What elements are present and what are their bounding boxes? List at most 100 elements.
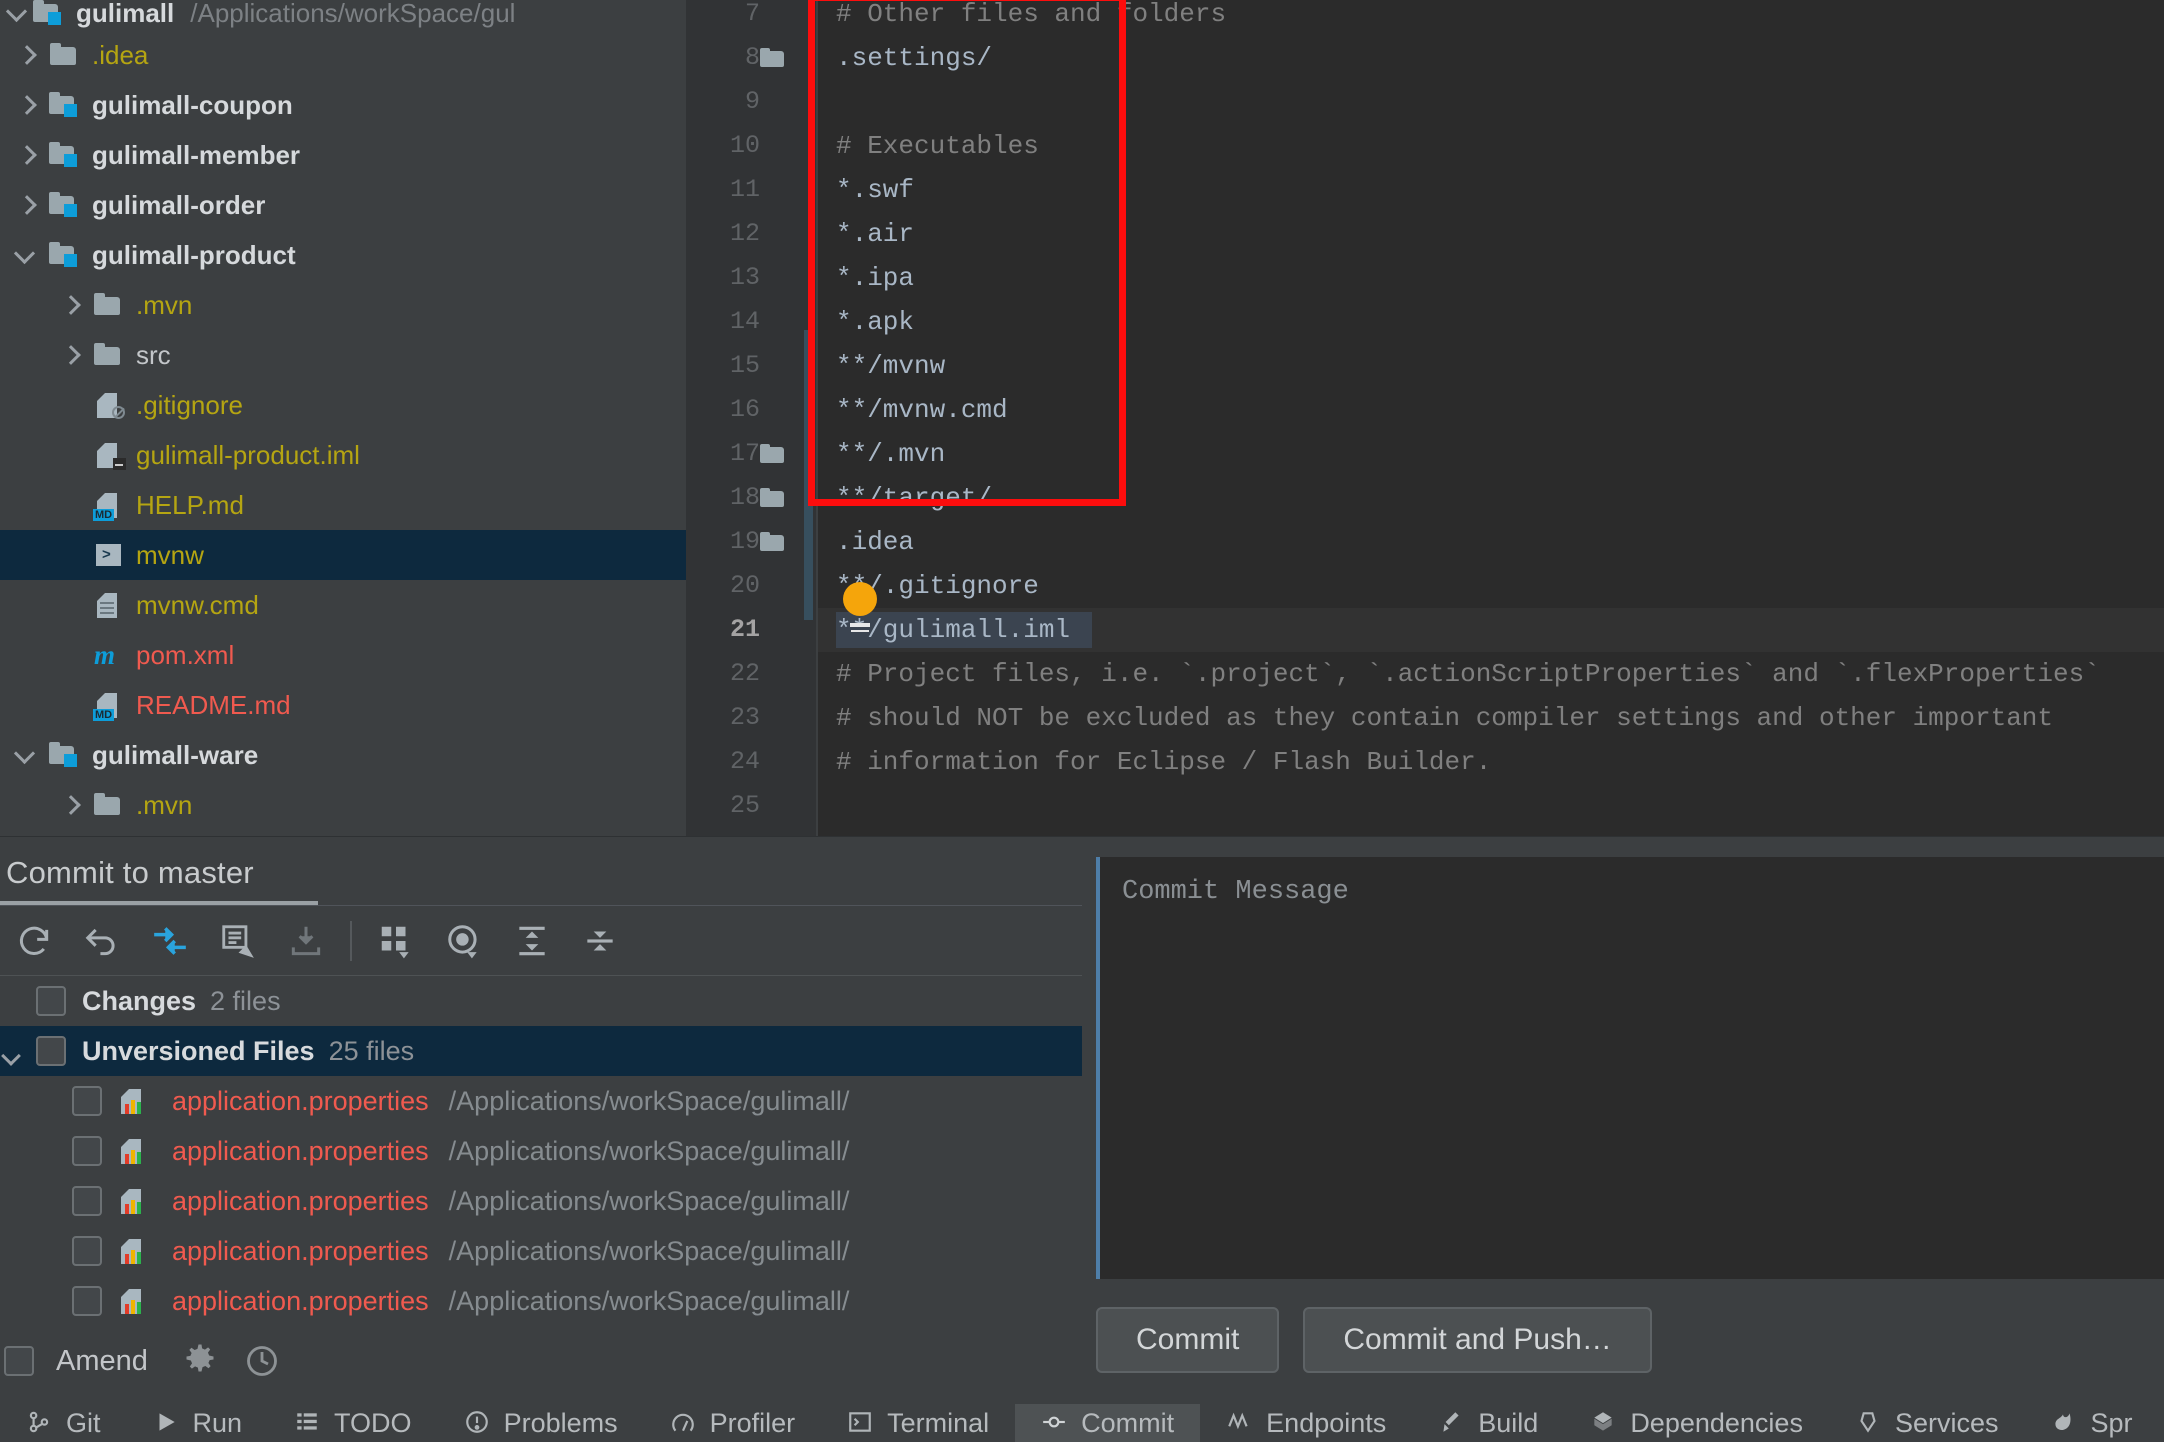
commit-message-input[interactable]: Commit Message	[1096, 857, 2164, 1279]
editor-gutter[interactable]: 7 8 9 10 11 12 13 14 15 16 17 18 19 20 21 22 23 24 25	[686, 0, 818, 836]
commit-toolbar[interactable]	[0, 907, 1082, 975]
code-line[interactable]: .idea	[836, 520, 914, 564]
tree-item-label: mvnw.cmd	[136, 589, 259, 620]
code-area[interactable]: # Other files and folders .settings/# Exe…	[808, 0, 2164, 836]
tree-item-pom-xml[interactable]: m pom.xml	[0, 630, 686, 680]
gutter-folder-icon[interactable]	[760, 444, 788, 464]
change-file-row[interactable]: application.properties/Applications/work…	[0, 1076, 1082, 1126]
dependencies-icon	[1590, 1409, 1618, 1437]
expand-all-icon[interactable]	[498, 907, 566, 975]
code-line[interactable]: # information for Eclipse / Flash Builde…	[836, 740, 1491, 784]
commit-left-pane: Commit to master Changes 2 files Unversi…	[0, 837, 1082, 1397]
gutter-folder-icon[interactable]	[760, 48, 788, 68]
chevron-right-icon[interactable]	[58, 794, 80, 816]
lightbulb-icon[interactable]	[843, 582, 877, 627]
file-checkbox[interactable]	[72, 1236, 102, 1266]
group-checkbox[interactable]	[36, 986, 66, 1016]
group-by-icon[interactable]	[204, 907, 272, 975]
preview-diff-icon[interactable]	[430, 907, 498, 975]
group-checkbox[interactable]	[36, 1036, 66, 1066]
tool-window-tab-git[interactable]: Git	[0, 1404, 127, 1442]
refresh-changes-icon[interactable]	[0, 907, 68, 975]
tree-item-label: gulimall-order	[92, 189, 266, 220]
collapse-all-icon[interactable]	[566, 907, 634, 975]
profiler-icon	[670, 1409, 698, 1437]
change-file-row[interactable]: application.properties/Applications/work…	[0, 1126, 1082, 1176]
tool-window-tab-endpoints[interactable]: Endpoints	[1200, 1404, 1412, 1442]
change-file-name: application.properties	[172, 1235, 429, 1266]
chevron-down-icon[interactable]	[6, 2, 28, 24]
changes-group-row[interactable]: Unversioned Files 25 files	[0, 1026, 1082, 1076]
change-file-row[interactable]: application.properties/Applications/work…	[0, 1276, 1082, 1326]
tree-item-mvnw-cmd[interactable]: mvnw.cmd	[0, 580, 686, 630]
gutter-folder-icon[interactable]	[760, 532, 788, 552]
tool-window-tab-problems[interactable]: Problems	[438, 1404, 644, 1442]
code-line[interactable]: # should NOT be excluded as they contain…	[836, 696, 2053, 740]
code-line[interactable]: # Project files, i.e. `.project`, `.acti…	[836, 652, 2100, 696]
tree-item-gulimall-order[interactable]: gulimall-order	[0, 180, 686, 230]
tool-window-tab-services[interactable]: Services	[1829, 1404, 2025, 1442]
tree-item-help-md[interactable]: MD HELP.md	[0, 480, 686, 530]
tree-item-gulimall-product[interactable]: gulimall-product	[0, 230, 686, 280]
change-file-row[interactable]: application.properties/Applications/work…	[0, 1226, 1082, 1276]
group-layout-icon[interactable]	[362, 907, 430, 975]
tree-item-gulimall-member[interactable]: gulimall-member	[0, 130, 686, 180]
tree-item-label: .mvn	[136, 789, 193, 820]
history-clock-icon[interactable]	[244, 1343, 280, 1379]
chevron-down-icon[interactable]	[14, 244, 36, 266]
tool-window-tab-dependencies[interactable]: Dependencies	[1564, 1404, 1829, 1442]
chevron-right-icon[interactable]	[58, 294, 80, 316]
amend-checkbox[interactable]	[4, 1346, 34, 1376]
module-folder-icon	[48, 740, 82, 770]
amend-bar[interactable]: Amend	[0, 1325, 1082, 1397]
project-root-label: gulimall	[76, 0, 175, 28]
chevron-right-icon[interactable]	[14, 194, 36, 216]
amend-label: Amend	[56, 1344, 148, 1377]
gutter-line-number: 23	[729, 703, 760, 732]
tree-item-mvnw[interactable]: > mvnw	[0, 530, 686, 580]
rollback-icon[interactable]	[68, 907, 136, 975]
code-editor[interactable]: 7 8 9 10 11 12 13 14 15 16 17 18 19 20 21 22 23 24 25 # Ot…	[686, 0, 2164, 836]
commit-and-push-button[interactable]: Commit and Push…	[1303, 1307, 1652, 1373]
gear-icon[interactable]	[182, 1343, 218, 1379]
tool-window-tab-spr[interactable]: Spr	[2024, 1404, 2158, 1442]
file-checkbox[interactable]	[72, 1286, 102, 1316]
file-checkbox[interactable]	[72, 1186, 102, 1216]
chevron-right-icon[interactable]	[58, 344, 80, 366]
tool-window-tab-todo[interactable]: TODO	[268, 1404, 438, 1442]
project-tree[interactable]: gulimall /Applications/workSpace/gul .id…	[0, 0, 686, 836]
tree-root-row[interactable]: gulimall /Applications/workSpace/gul	[0, 0, 686, 30]
gitignore-file-icon	[92, 390, 126, 420]
tree-item-gitignore[interactable]: .gitignore	[0, 380, 686, 430]
changes-group-row[interactable]: Changes 2 files	[0, 976, 1082, 1026]
tree-item-gulimall-ware[interactable]: gulimall-ware	[0, 730, 686, 780]
shelve-silently-icon[interactable]	[272, 907, 340, 975]
tool-window-tab-run[interactable]: Run	[127, 1404, 269, 1442]
file-checkbox[interactable]	[72, 1086, 102, 1116]
chevron-right-icon[interactable]	[14, 144, 36, 166]
tree-item-gulimall-coupon[interactable]: gulimall-coupon	[0, 80, 686, 130]
tree-item-readme-md[interactable]: MD README.md	[0, 680, 686, 730]
file-checkbox[interactable]	[72, 1136, 102, 1166]
chevron-down-icon[interactable]	[14, 744, 36, 766]
tool-window-tab-build[interactable]: Build	[1412, 1404, 1564, 1442]
ide-window: gulimall /Applications/workSpace/gul .id…	[0, 0, 2164, 1442]
change-file-row[interactable]: application.properties/Applications/work…	[0, 1176, 1082, 1226]
tree-item-idea[interactable]: .idea	[0, 30, 686, 80]
tree-item-src[interactable]: src	[0, 330, 686, 380]
tool-window-tab-commit[interactable]: Commit	[1015, 1404, 1201, 1442]
code-line[interactable]: **/gulimall.iml	[836, 608, 1070, 652]
tool-window-tab-profiler[interactable]: Profiler	[644, 1404, 822, 1442]
tree-item-gulimall-product-iml[interactable]: gulimall-product.iml	[0, 430, 686, 480]
chevron-right-icon[interactable]	[14, 94, 36, 116]
folder-icon	[92, 790, 126, 820]
tree-item-mvn[interactable]: .mvn	[0, 780, 686, 830]
chevron-right-icon[interactable]	[14, 44, 36, 66]
gutter-folder-icon[interactable]	[760, 488, 788, 508]
tree-item-mvn[interactable]: .mvn	[0, 280, 686, 330]
show-diff-icon[interactable]	[136, 907, 204, 975]
gutter-line-number: 15	[729, 351, 760, 380]
gutter-line-number: 10	[729, 131, 760, 160]
commit-button[interactable]: Commit	[1096, 1307, 1280, 1373]
tool-window-tab-terminal[interactable]: Terminal	[821, 1404, 1015, 1442]
